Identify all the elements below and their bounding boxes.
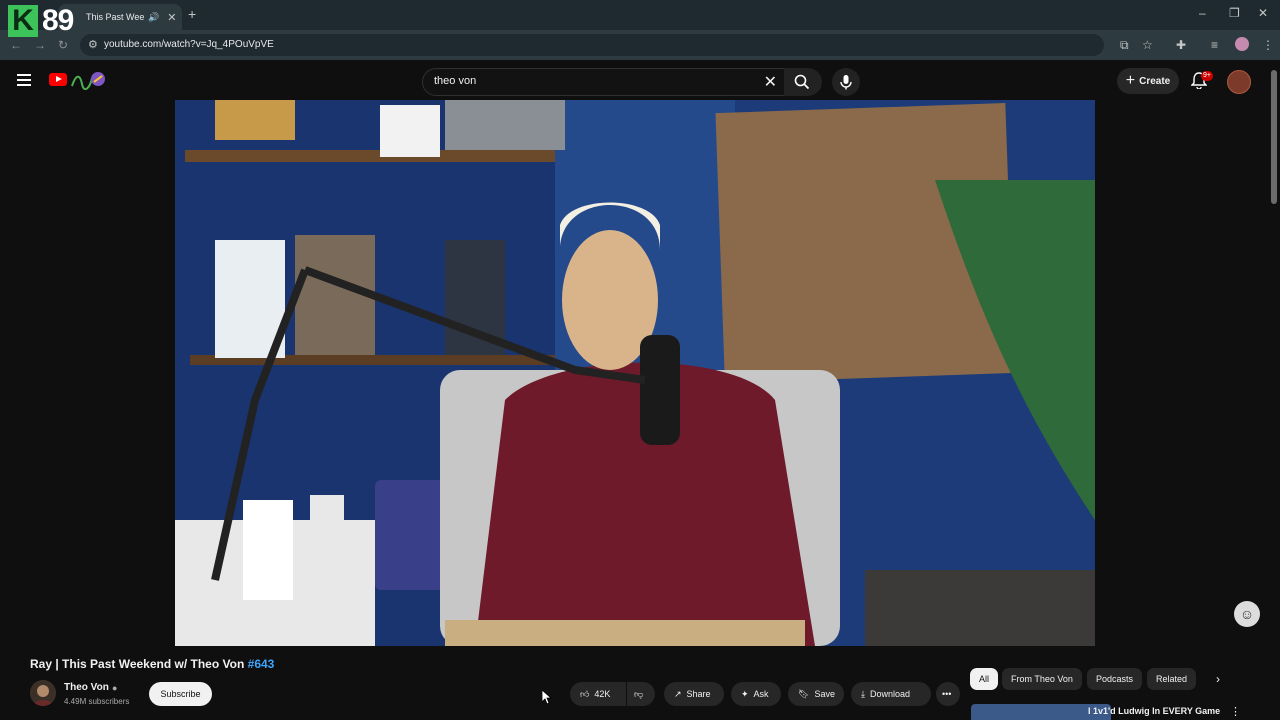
reload-button[interactable]: ↻	[58, 38, 68, 52]
share-icon: ↗	[674, 688, 682, 699]
like-count: 42K	[594, 689, 611, 699]
minimize-button[interactable]: –	[1199, 6, 1206, 20]
chevron-right-icon[interactable]: ›	[1216, 672, 1220, 686]
microphone-icon	[840, 75, 852, 90]
extensions-icon[interactable]: ✚	[1176, 38, 1186, 52]
bookmark-star-icon[interactable]: ☆	[1142, 38, 1153, 52]
url-text: youtube.com/watch?v=Jq_4POuVpVE	[104, 39, 274, 50]
youtube-logo-icon[interactable]	[49, 73, 67, 86]
video-player[interactable]	[175, 100, 1095, 646]
chip-all[interactable]: All	[970, 668, 999, 690]
k-logo-icon: K	[8, 5, 38, 37]
youtube-doodle-icon[interactable]	[70, 70, 108, 90]
new-tab-button[interactable]: +	[188, 6, 196, 22]
share-button[interactable]: ↗ Share	[664, 682, 724, 706]
overlay-number: 89	[42, 4, 74, 37]
download-label: Download	[869, 689, 911, 699]
more-actions-button[interactable]: •••	[936, 682, 960, 706]
channel-avatar-image	[30, 680, 56, 706]
user-avatar[interactable]	[1227, 70, 1251, 94]
recommendation-title[interactable]: I 1v1'd Ludwig In EVERY Game	[1088, 706, 1220, 716]
plus-icon: +	[1125, 72, 1136, 89]
video-title-text: Ray | This Past Weekend w/ Theo Von	[30, 657, 245, 671]
create-button[interactable]: + Create	[1117, 68, 1179, 94]
download-button[interactable]: ⤓ Download	[851, 682, 931, 706]
video-frame	[175, 100, 1095, 646]
sparkle-icon: ✦	[741, 688, 749, 699]
url-field[interactable]: ⚙ youtube.com/watch?v=Jq_4POuVpVE	[80, 34, 1104, 56]
clear-search-icon[interactable]: ✕	[764, 72, 777, 92]
search-button[interactable]	[784, 68, 822, 96]
install-app-icon[interactable]: ⧉	[1120, 38, 1129, 53]
share-label: Share	[686, 689, 711, 699]
video-title: Ray | This Past Weekend w/ Theo Von #643	[30, 657, 274, 671]
thumbs-up-icon: 👍︎	[580, 688, 590, 699]
recommendation-more-icon[interactable]: ⋮	[1230, 705, 1241, 718]
verified-icon: ●	[112, 683, 118, 693]
browser-tab[interactable]: This Past Weeke 🔊 ✕	[58, 4, 182, 30]
browser-menu-icon[interactable]: ⋮	[1262, 38, 1274, 52]
forward-button[interactable]: →	[34, 38, 46, 52]
create-label: Create	[1139, 75, 1171, 87]
subscriber-count: 4.49M subscribers	[64, 697, 130, 706]
voice-search-button[interactable]	[832, 68, 860, 96]
ask-label: Ask	[753, 689, 769, 699]
chip-from-theo-von[interactable]: From Theo Von	[1002, 668, 1082, 690]
search-icon	[794, 74, 810, 90]
dislike-button[interactable]: 👎︎	[627, 682, 655, 706]
close-window-button[interactable]: ✕	[1258, 6, 1268, 20]
search-input[interactable]: theo von ✕	[422, 68, 786, 96]
thumbs-down-icon: 👎︎	[634, 688, 644, 699]
back-button[interactable]: ←	[10, 38, 22, 52]
search-query: theo von	[434, 75, 477, 87]
like-button[interactable]: 👍︎ 42K	[570, 682, 626, 706]
chip-podcasts[interactable]: Podcasts	[1087, 668, 1143, 690]
menu-icon[interactable]	[17, 74, 31, 89]
tab-title: This Past Weeke	[86, 12, 144, 22]
more-horizontal-icon: •••	[942, 689, 952, 699]
maximize-button[interactable]: ❐	[1229, 6, 1240, 20]
page-scrollbar[interactable]	[1271, 70, 1277, 204]
video-hashtag[interactable]: #643	[248, 657, 275, 671]
channel-overlay-logo: K 89	[8, 4, 74, 38]
chat-emoji-icon[interactable]: ☺	[1234, 601, 1260, 627]
channel-name[interactable]: Theo Von	[64, 682, 109, 693]
save-label: Save	[814, 689, 835, 699]
bookmark-icon: 🔖︎	[798, 688, 810, 699]
media-control-icon[interactable]: ≡	[1211, 38, 1218, 52]
tab-close-icon[interactable]: ✕	[167, 11, 176, 24]
mouse-cursor-icon	[542, 690, 552, 705]
notification-badge: 9+	[1201, 71, 1213, 81]
channel-avatar[interactable]	[30, 680, 56, 706]
subscribe-button[interactable]: Subscribe	[149, 682, 212, 706]
site-info-icon[interactable]: ⚙	[88, 38, 98, 51]
browser-profile-avatar[interactable]	[1235, 37, 1249, 51]
speaker-icon[interactable]: 🔊	[148, 12, 159, 23]
chip-related[interactable]: Related	[1147, 668, 1197, 690]
save-button[interactable]: 🔖︎ Save	[788, 682, 844, 706]
download-icon: ⤓	[861, 688, 865, 699]
ask-button[interactable]: ✦ Ask	[731, 682, 781, 706]
